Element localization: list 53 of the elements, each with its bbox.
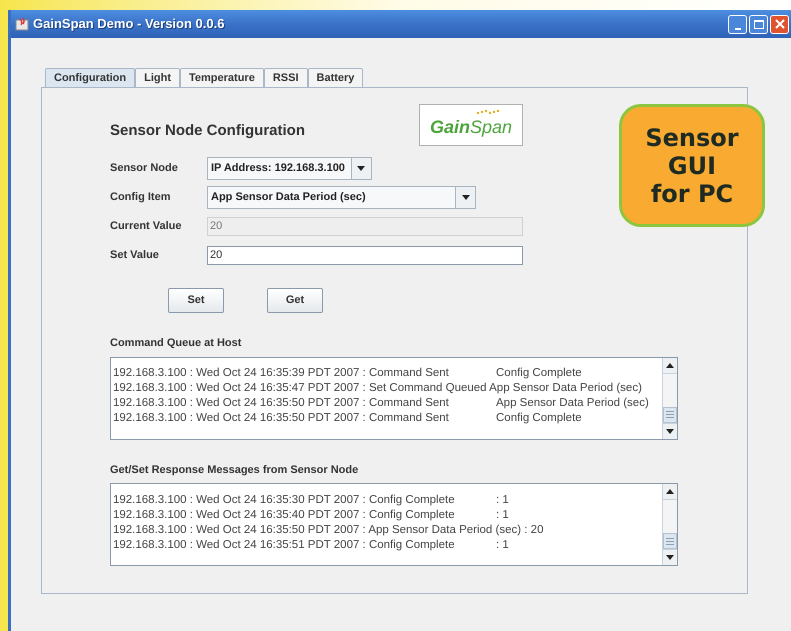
scroll-down-button[interactable] (663, 549, 677, 565)
dropdown-arrow-icon (462, 195, 470, 200)
up-arrow-icon (666, 489, 674, 494)
log-detail: : 1 (496, 508, 509, 523)
minimize-button[interactable] (728, 14, 747, 34)
app-icon (15, 17, 29, 31)
log-heading: Get/Set Response Messages from Sensor Node (110, 462, 360, 478)
log-entry: 192.168.3.100 : Wed Oct 24 16:35:40 PDT 2007 : Config Complete (113, 508, 456, 523)
tab[interactable]: Temperature (180, 68, 264, 87)
log-detail: Config Complete (496, 411, 582, 426)
close-icon (774, 19, 784, 29)
text-field[interactable]: 20 (207, 246, 523, 265)
scroll-down-button[interactable] (663, 422, 677, 438)
field-label: Config Item (110, 190, 172, 206)
field-label: Sensor Node (110, 161, 179, 176)
dropdown[interactable]: App Sensor Data Period (sec) (207, 186, 476, 209)
promo-badge: Sensor GUI for PC (619, 104, 765, 227)
log-entry: 192.168.3.100 : Wed Oct 24 16:35:51 PDT 2007 : Config Complete (113, 538, 456, 553)
log-entry: 192.168.3.100 : Wed Oct 24 16:35:50 PDT 2007 : Command Sent (113, 411, 450, 426)
window-title: GainSpan Demo - Version 0.0.6 (33, 15, 224, 34)
tab[interactable]: Light (135, 68, 180, 87)
tab[interactable]: RSSI (264, 68, 308, 87)
scroll-up-button[interactable] (663, 484, 677, 500)
dropdown-arrow-icon (357, 166, 366, 171)
down-arrow-icon (666, 428, 674, 434)
log-heading: Command Queue at Host (110, 336, 242, 351)
tab[interactable]: Battery (308, 68, 364, 87)
dropdown[interactable]: IP Address: 192.168.3.100 (207, 157, 372, 180)
down-arrow-icon (666, 555, 674, 560)
action-button[interactable]: Get (267, 288, 323, 313)
close-button[interactable] (770, 14, 789, 34)
field-label: Set Value (110, 248, 160, 264)
log-detail: : 1 (496, 538, 509, 553)
maximize-button[interactable] (749, 14, 768, 34)
log-detail: : 1 (496, 492, 509, 508)
scrollbar[interactable] (662, 358, 677, 438)
log-entry: 192.168.3.100 : Wed Oct 24 16:35:30 PDT 2007 : Config Complete (113, 492, 456, 508)
scrollbar-thumb[interactable] (663, 406, 677, 422)
log-entry: 192.168.3.100 : Wed Oct 24 16:35:39 PDT 2007 : Command Sent (113, 366, 450, 382)
log-entry: 192.168.3.100 : Wed Oct 24 16:35:50 PDT 2007 : Command Sent (113, 396, 450, 412)
action-button[interactable]: Set (168, 288, 224, 313)
up-arrow-icon (666, 362, 674, 368)
scrollbar[interactable] (662, 484, 677, 565)
log-entry: 192.168.3.100 : Wed Oct 24 16:35:50 PDT 2007 : App Sensor Data Period (sec) : 20 (113, 522, 544, 538)
tab[interactable]: Configuration (45, 68, 136, 87)
logo: GainSpan (419, 104, 523, 146)
section-heading: Sensor Node Configuration (110, 121, 305, 141)
scroll-up-button[interactable] (663, 358, 677, 374)
log-detail: Config Complete (496, 366, 582, 382)
field-label: Current Value (110, 219, 183, 234)
scrollbar-thumb[interactable] (663, 533, 677, 549)
log-entry: 192.168.3.100 : Wed Oct 24 16:35:47 PDT 2007 : Set Command Queued App Sensor Data Period (sec) (113, 381, 642, 396)
log-detail: App Sensor Data Period (sec) (496, 396, 649, 412)
